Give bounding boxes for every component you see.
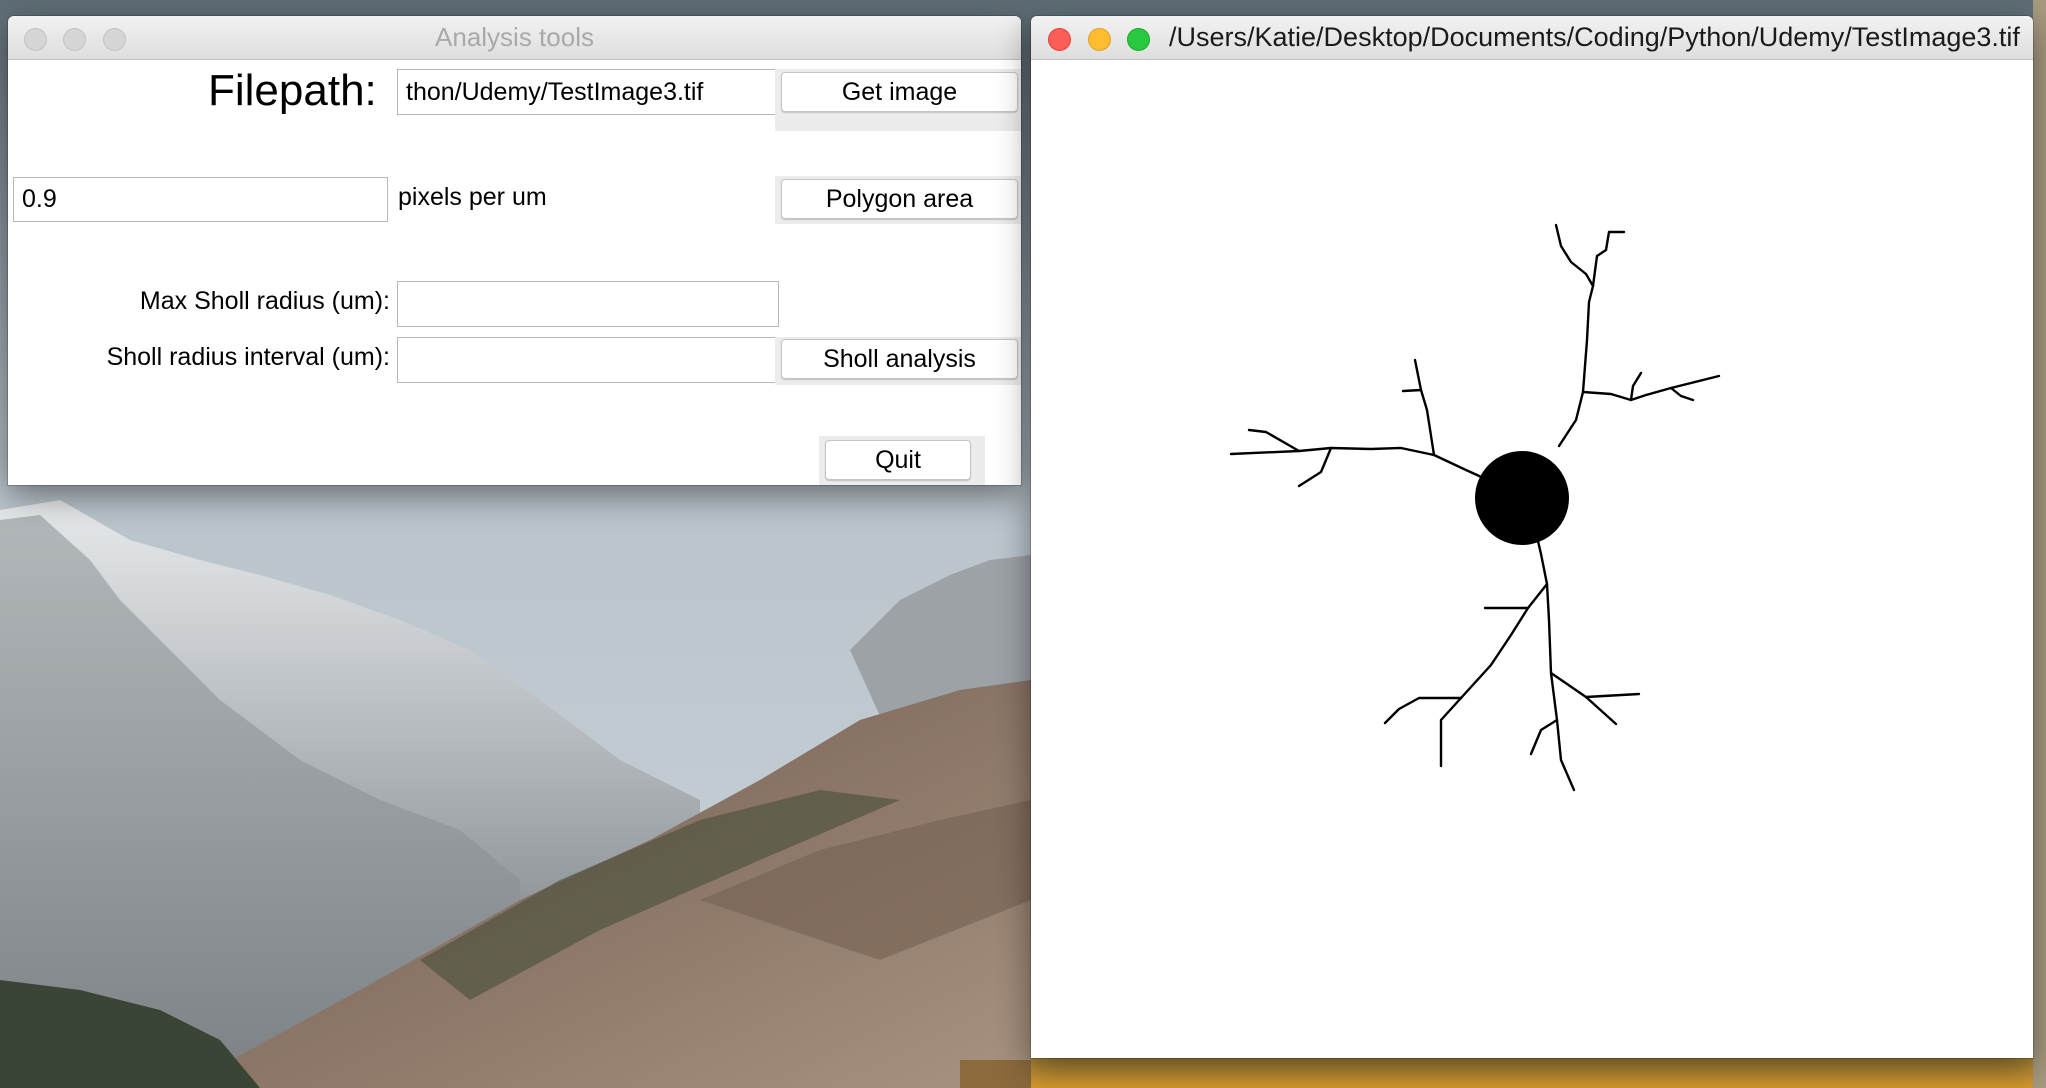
neuron-image <box>1031 60 2033 1058</box>
sholl-analysis-button[interactable]: Sholl analysis <box>781 339 1018 379</box>
image-window-titlebar[interactable]: /Users/Katie/Desktop/Documents/Coding/Py… <box>1031 16 2033 60</box>
image-window: /Users/Katie/Desktop/Documents/Coding/Py… <box>1031 16 2033 1058</box>
quit-button[interactable]: Quit <box>825 440 971 480</box>
sholl-radius-interval-input[interactable] <box>397 337 779 383</box>
window-title: /Users/Katie/Desktop/Documents/Coding/Py… <box>1169 22 2020 52</box>
zoom-icon[interactable] <box>1127 28 1150 51</box>
close-icon[interactable] <box>1048 28 1071 51</box>
max-sholl-radius-input[interactable] <box>397 281 779 327</box>
polygon-area-button[interactable]: Polygon area <box>781 179 1018 219</box>
analysis-tools-window: Analysis tools Filepath: Get image pixel… <box>8 16 1021 485</box>
pixels-per-um-label: pixels per um <box>398 183 547 211</box>
sholl-radius-interval-label: Sholl radius interval (um): <box>106 343 390 371</box>
get-image-button[interactable]: Get image <box>781 72 1018 112</box>
max-sholl-radius-label: Max Sholl radius (um): <box>139 287 390 315</box>
window-title: Analysis tools <box>435 22 594 52</box>
minimize-icon[interactable] <box>1088 28 1111 51</box>
filepath-input[interactable] <box>397 69 779 115</box>
filepath-label: Filepath: <box>208 66 377 115</box>
analysis-tools-titlebar[interactable]: Analysis tools <box>8 16 1021 60</box>
pixels-per-um-input[interactable] <box>13 177 388 222</box>
